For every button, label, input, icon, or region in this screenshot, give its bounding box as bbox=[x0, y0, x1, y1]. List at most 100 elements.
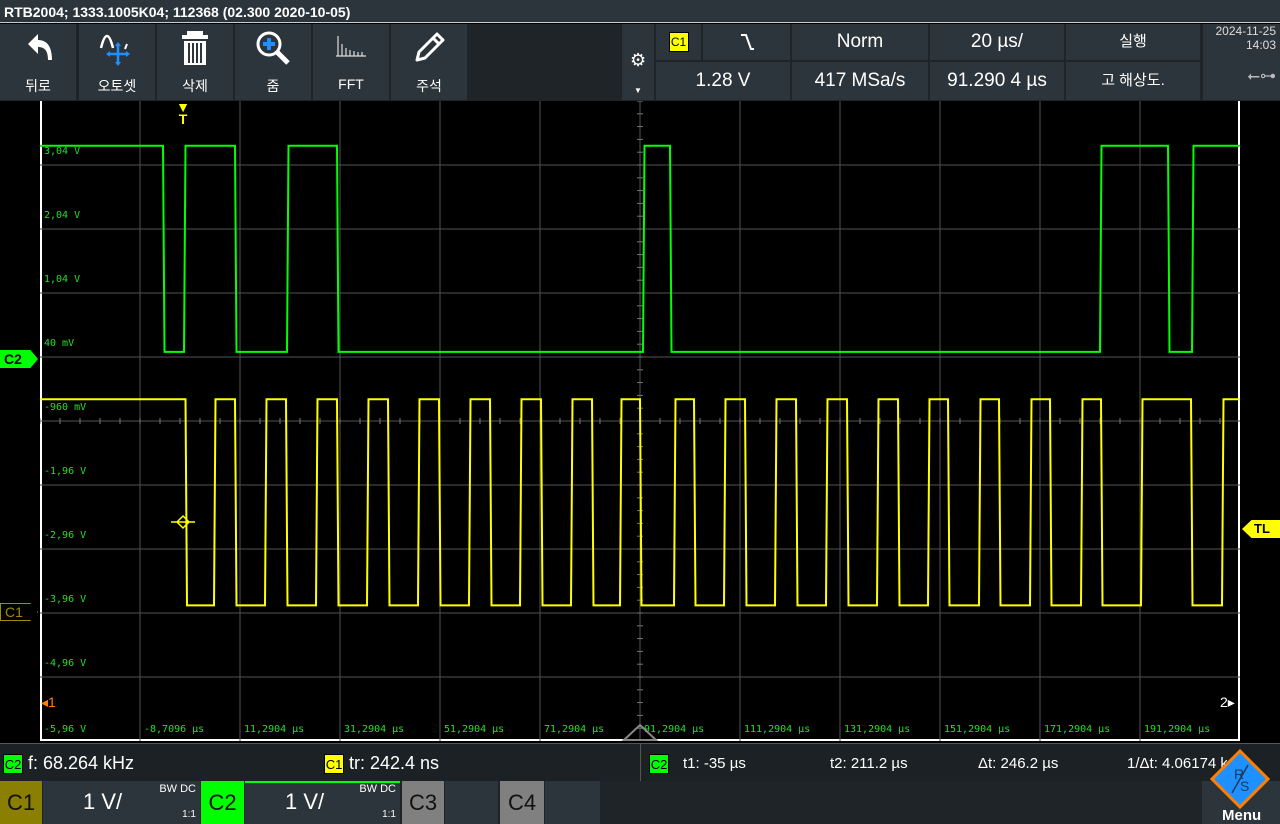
annotation-label: 주석 bbox=[416, 78, 442, 94]
y-tick-label: -5,96 V bbox=[44, 724, 87, 735]
usb-icon: ⭠⊶ bbox=[1247, 68, 1276, 85]
ch1-scale: 1 V/ bbox=[83, 789, 123, 814]
cursor-source-chip: C2 bbox=[649, 754, 669, 774]
y-tick-label: -2,96 V bbox=[44, 530, 87, 541]
fft-label: FFT bbox=[338, 76, 364, 92]
cursor-t1[interactable]: t1: -35 µs bbox=[683, 755, 746, 772]
zoom-label: 줌 bbox=[266, 78, 280, 94]
svg-text:S: S bbox=[1240, 778, 1249, 794]
gear-icon: ⚙ bbox=[630, 50, 647, 70]
ref-left-marker[interactable]: ◂1 bbox=[41, 694, 56, 711]
m1-source-chip: C2 bbox=[3, 754, 23, 774]
ref-right-label: 2 bbox=[1220, 694, 1228, 710]
ch1-settings[interactable]: 1 V/ BW DC 1:1 bbox=[43, 781, 200, 824]
ch1-bandwidth: BW DC bbox=[159, 783, 196, 795]
acquisition-mode[interactable]: 고 해상도. bbox=[1066, 62, 1200, 100]
date: 2024-11-25 bbox=[1215, 24, 1277, 38]
ch2-tab[interactable]: C2 bbox=[201, 781, 244, 824]
timebase[interactable]: 20 µs/ bbox=[930, 24, 1064, 60]
dropdown-icon: ▼ bbox=[634, 86, 642, 95]
m2-source-chip: C1 bbox=[324, 754, 344, 774]
y-tick-label: -4,96 V bbox=[44, 658, 87, 669]
autoset-icon bbox=[99, 34, 130, 66]
x-tick-label: 91,2904 µs bbox=[644, 724, 705, 735]
ch1-probe: 1:1 bbox=[182, 809, 196, 820]
x-tick-label: 151,2904 µs bbox=[944, 724, 1011, 735]
pencil-icon bbox=[415, 32, 445, 62]
menu-label: Menu bbox=[1222, 807, 1262, 824]
ch3-settings[interactable] bbox=[445, 781, 498, 824]
datetime: 2024-11-25 14:03 ⭠⊶ bbox=[1203, 24, 1280, 100]
time: 14:03 bbox=[1245, 38, 1276, 52]
x-tick-label: 51,2904 µs bbox=[444, 724, 505, 735]
channel-bar: C1 1 V/ BW DC 1:1 C2 1 V/ BW DC 1:1 C3 C… bbox=[0, 748, 1280, 824]
trigger-level-marker[interactable]: TL bbox=[1242, 520, 1280, 538]
waveform-display[interactable]: 3,04 V 2,04 V 1,04 V 40 mV -960 mV -1,96 V -2,… bbox=[40, 101, 1240, 741]
trigger-position-marker[interactable]: ▼ T bbox=[176, 100, 190, 126]
settings-button[interactable]: ⚙ ▼ bbox=[622, 24, 654, 100]
frequency-measurement[interactable]: f: 68.264 kHz bbox=[28, 753, 134, 774]
divider bbox=[640, 744, 641, 781]
ref-right-marker[interactable]: 2▸ bbox=[1220, 694, 1235, 711]
falling-edge-icon bbox=[740, 34, 754, 50]
x-tick-label: 71,2904 µs bbox=[544, 724, 605, 735]
ch4-tab[interactable]: C4 bbox=[500, 781, 544, 824]
waveform-canvas bbox=[40, 101, 1240, 741]
ch2-offset-marker[interactable]: C2 bbox=[0, 350, 38, 368]
x-tick-label: 171,2904 µs bbox=[1044, 724, 1111, 735]
fft-button[interactable]: FFT bbox=[313, 24, 389, 100]
ch3-tab[interactable]: C3 bbox=[402, 781, 444, 824]
fft-icon bbox=[336, 36, 366, 57]
x-tick-label: 11,2904 µs bbox=[244, 724, 305, 735]
autoset-label: 오토셋 bbox=[97, 78, 137, 94]
trigger-mode[interactable]: Norm bbox=[792, 24, 928, 60]
horizontal-position[interactable]: 91.290 4 µs bbox=[930, 62, 1064, 100]
x-tick-label: 111,2904 µs bbox=[744, 724, 811, 735]
y-tick-label: -960 mV bbox=[44, 402, 87, 413]
trigger-slope[interactable] bbox=[703, 24, 790, 60]
x-tick-label: 191,2904 µs bbox=[1144, 724, 1211, 735]
trigger-source[interactable]: C1 bbox=[656, 24, 701, 60]
menu-button[interactable]: RS Menu bbox=[1202, 748, 1280, 824]
annotation-button[interactable]: 주석 bbox=[391, 24, 467, 100]
y-tick-label: -1,96 V bbox=[44, 466, 87, 477]
undo-arrow-icon bbox=[28, 34, 52, 60]
ch1-tab[interactable]: C1 bbox=[0, 781, 42, 824]
ch4-settings[interactable] bbox=[545, 781, 600, 824]
instrument-title: RTB2004; 1333.1005K04; 112368 (02.300 20… bbox=[4, 4, 351, 20]
rs-logo: RS bbox=[1209, 748, 1271, 810]
autoset-button[interactable]: 오토셋 bbox=[79, 24, 155, 100]
delete-label: 삭제 bbox=[182, 78, 208, 94]
trigger-point-icon bbox=[171, 514, 195, 530]
measurement-bar: C2 f: 68.264 kHz C1 tr: 242.4 ns C2 t1: … bbox=[0, 743, 1280, 781]
ch2-bandwidth: BW DC bbox=[359, 783, 396, 795]
toolbar: 뒤로 오토셋 삭제 줌 FFT 주석 ⚙ ▼ C1 Norm 20 µs/ 실행… bbox=[0, 24, 1280, 101]
zoom-button[interactable]: 줌 bbox=[235, 24, 311, 100]
y-tick-label: 40 mV bbox=[44, 338, 75, 349]
cursor-delta-t[interactable]: Δt: 246.2 µs bbox=[978, 755, 1058, 772]
ch1-offset-marker[interactable]: C1 bbox=[0, 603, 38, 621]
rise-time-measurement[interactable]: tr: 242.4 ns bbox=[349, 753, 439, 774]
run-state[interactable]: 실행 bbox=[1066, 24, 1200, 60]
cursor-t2[interactable]: t2: 211.2 µs bbox=[830, 755, 908, 772]
ref-left-label: 1 bbox=[48, 694, 56, 710]
x-tick-label: 31,2904 µs bbox=[344, 724, 405, 735]
y-tick-label: -3,96 V bbox=[44, 594, 87, 605]
ch2-scale: 1 V/ bbox=[285, 789, 325, 814]
zoom-in-icon bbox=[256, 31, 290, 65]
undo-label: 뒤로 bbox=[25, 78, 51, 94]
y-tick-label: 2,04 V bbox=[44, 210, 81, 221]
trigger-source-chip: C1 bbox=[668, 32, 689, 52]
title-bar: RTB2004; 1333.1005K04; 112368 (02.300 20… bbox=[0, 0, 1280, 23]
y-tick-label: 1,04 V bbox=[44, 274, 81, 285]
trash-icon bbox=[182, 31, 208, 65]
sample-rate[interactable]: 417 MSa/s bbox=[792, 62, 928, 100]
ch2-settings[interactable]: 1 V/ BW DC 1:1 bbox=[245, 781, 400, 824]
x-tick-label: -8,7096 µs bbox=[144, 724, 205, 735]
x-tick-label: 131,2904 µs bbox=[844, 724, 911, 735]
undo-button[interactable]: 뒤로 bbox=[0, 24, 76, 100]
y-tick-label: 3,04 V bbox=[44, 146, 81, 157]
delete-button[interactable]: 삭제 bbox=[157, 24, 233, 100]
trigger-level[interactable]: 1.28 V bbox=[656, 62, 790, 100]
ch2-probe: 1:1 bbox=[382, 809, 396, 820]
